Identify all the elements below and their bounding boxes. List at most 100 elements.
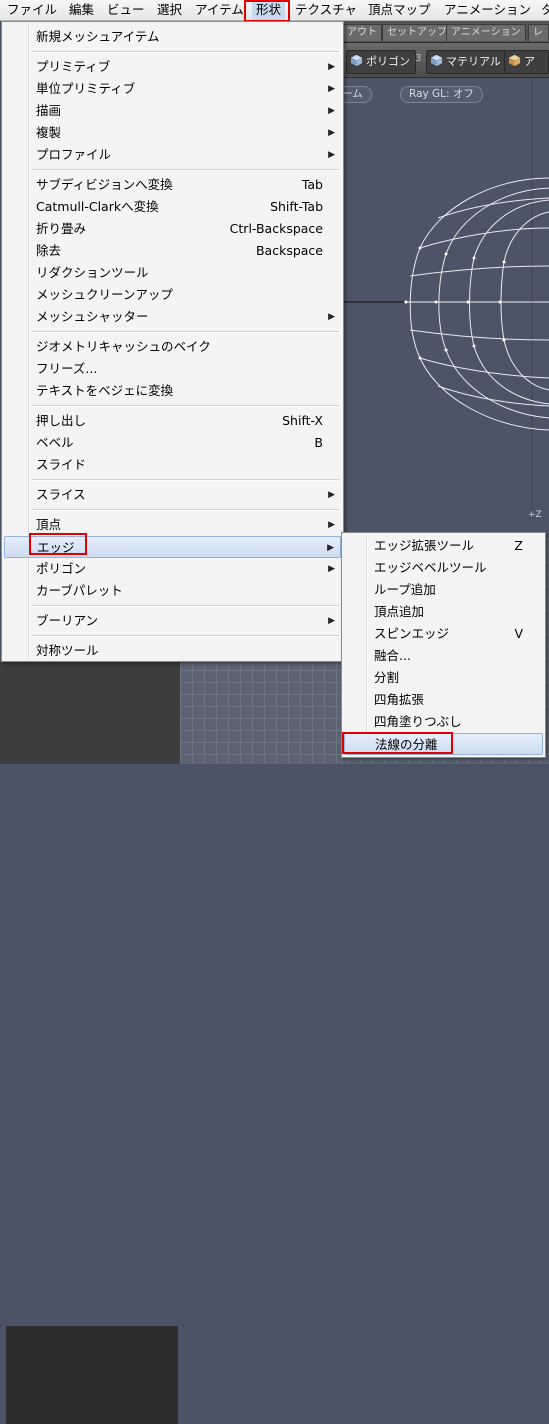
menu-item[interactable]: サブディビジョンへ変換 Tab xyxy=(4,174,341,196)
menu-item-label: フリーズ... xyxy=(36,361,98,376)
menu-item[interactable]: テキストをベジェに変換 xyxy=(4,380,341,402)
menu-item-label: 描画 xyxy=(36,103,62,118)
edge-submenu-item-label: 融合... xyxy=(374,648,411,663)
layout-tab-row: アウト セットアップ アニメーション レン xyxy=(342,21,549,54)
menu-item[interactable]: 押し出し Shift-X xyxy=(4,410,341,432)
edge-submenu-item[interactable]: 四角塗りつぶし xyxy=(344,711,543,733)
menu-item[interactable]: エッジ ▶ xyxy=(4,536,341,558)
edge-submenu-item[interactable]: 法線の分離 xyxy=(344,733,543,755)
menu-item[interactable]: リダクションツール xyxy=(4,262,341,284)
cube-icon xyxy=(508,54,521,67)
submenu-arrow-icon: ▶ xyxy=(328,150,335,160)
selection-mode-toolbar: ポリゴン 3 マテリアル アイテ xyxy=(342,43,549,90)
menu-item-label: エッジ xyxy=(37,540,75,555)
menu-item[interactable]: 単位プリミティブ ▶ xyxy=(4,78,341,100)
wireframe-sphere xyxy=(342,78,549,518)
geometry-menu-dropdown: 新規メッシュアイテム プリミティブ ▶ 単位プリミティブ ▶ 描画 ▶ 複製 ▶ プロファイル ▶ サ… xyxy=(1,21,344,662)
edge-submenu: エッジ拡張ツール Z エッジベベルツール ループ追加 頂点追加 スピンエッジ V 融合... 分… xyxy=(341,532,546,758)
menu-separator xyxy=(32,169,339,171)
menu-item-label: 単位プリミティブ xyxy=(36,81,136,96)
menu-item[interactable]: プリミティブ ▶ xyxy=(4,56,341,78)
menu-item[interactable]: カーブパレット xyxy=(4,580,341,602)
menu-vertex-map[interactable]: 頂点マップ xyxy=(368,0,431,20)
menu-item[interactable]: 新規メッシュアイテム xyxy=(4,26,341,48)
edge-submenu-item[interactable]: 四角拡張 xyxy=(344,689,543,711)
edge-submenu-item[interactable]: エッジ拡張ツール Z xyxy=(344,535,543,557)
menu-truncated[interactable]: タ xyxy=(541,0,549,20)
menu-item-label: 折り畳み xyxy=(36,221,87,236)
menu-texture[interactable]: テクスチャ xyxy=(295,0,357,20)
menu-item-label: 頂点 xyxy=(36,517,62,532)
menu-item-shortcut: Backspace xyxy=(255,243,323,258)
3d-viewport[interactable]: ーム Ray GL: オフ +Z xyxy=(334,78,549,538)
edge-submenu-item[interactable]: エッジベベルツール xyxy=(344,557,543,579)
menu-item[interactable]: ポリゴン ▶ xyxy=(4,558,341,580)
menu-separator xyxy=(32,51,339,53)
edge-submenu-item-label: 四角拡張 xyxy=(374,692,425,707)
menu-edit[interactable]: 編集 xyxy=(69,0,94,20)
edge-submenu-item[interactable]: 融合... xyxy=(344,645,543,667)
tab-render[interactable]: レン xyxy=(528,24,549,54)
menu-file[interactable]: ファイル xyxy=(7,0,57,20)
edge-submenu-item-label: 四角塗りつぶし xyxy=(374,714,462,729)
menu-select[interactable]: 選択 xyxy=(157,0,182,20)
menu-separator xyxy=(32,635,339,637)
left-panel xyxy=(0,660,180,1424)
menu-item[interactable]: 対称ツール xyxy=(4,640,341,662)
menu-item[interactable]: メッシュシャッター ▶ xyxy=(4,306,341,328)
menu-item-shortcut: B xyxy=(314,435,323,450)
menu-item[interactable]: Catmull-Clarkへ変換 Shift-Tab xyxy=(4,196,341,218)
menu-item[interactable]: ブーリアン ▶ xyxy=(4,610,341,632)
menu-item-label: スライス xyxy=(36,487,86,502)
menu-item[interactable]: 除去 Backspace xyxy=(4,240,341,262)
menu-item-label: スライド xyxy=(36,457,87,472)
menu-item[interactable]: スライス ▶ xyxy=(4,484,341,506)
edge-submenu-item-label: 法線の分離 xyxy=(375,737,438,752)
menu-item[interactable]: プロファイル ▶ xyxy=(4,144,341,166)
submenu-arrow-icon: ▶ xyxy=(328,106,335,116)
submenu-arrow-icon: ▶ xyxy=(328,520,335,530)
menu-item-label: プロファイル xyxy=(36,147,112,162)
edge-submenu-item[interactable]: ループ追加 xyxy=(344,579,543,601)
menu-item[interactable]: ジオメトリキャッシュのベイク xyxy=(4,336,341,358)
polygon-mode-label: ポリゴン xyxy=(366,55,410,68)
menu-separator xyxy=(32,605,339,607)
menu-item-label: 複製 xyxy=(36,125,62,140)
menu-view[interactable]: ビュー xyxy=(107,0,145,20)
menu-item[interactable]: メッシュクリーンアップ xyxy=(4,284,341,306)
menu-item-label: プリミティブ xyxy=(36,59,111,74)
menu-item-label: テキストをベジェに変換 xyxy=(36,383,174,398)
tab-layout[interactable]: アウト xyxy=(342,24,382,41)
menu-geometry[interactable]: 形状 xyxy=(252,0,286,20)
menu-item-label: Catmull-Clarkへ変換 xyxy=(36,199,159,214)
submenu-arrow-icon: ▶ xyxy=(328,564,335,574)
menu-item-shortcut: Tab xyxy=(301,177,323,192)
tab-setup[interactable]: セットアップ xyxy=(382,24,452,41)
menu-item-shortcut: Shift-X xyxy=(282,413,323,428)
polygon-count-badge: 3 xyxy=(415,53,422,64)
tab-animation[interactable]: アニメーション xyxy=(446,24,526,41)
menu-item[interactable]: 複製 ▶ xyxy=(4,122,341,144)
menu-item-label: カーブパレット xyxy=(36,583,123,598)
menu-separator xyxy=(32,479,339,481)
menu-item-label: ジオメトリキャッシュのベイク xyxy=(36,339,211,354)
menu-item[interactable]: 描画 ▶ xyxy=(4,100,341,122)
menu-item[interactable]: アイテム xyxy=(195,0,244,20)
edge-submenu-item[interactable]: スピンエッジ V xyxy=(344,623,543,645)
menu-bar: ファイル 編集 ビュー 選択 アイテム 形状 テクスチャ 頂点マップ アニメーシ… xyxy=(0,0,549,21)
submenu-arrow-icon: ▶ xyxy=(328,84,335,94)
edge-submenu-item[interactable]: 分割 xyxy=(344,667,543,689)
item-mode-button[interactable]: アイテ xyxy=(504,50,549,90)
menu-item[interactable]: フリーズ... xyxy=(4,358,341,380)
menu-item[interactable]: 折り畳み Ctrl-Backspace xyxy=(4,218,341,240)
submenu-arrow-icon: ▶ xyxy=(328,312,335,322)
menu-item-label: メッシュクリーンアップ xyxy=(36,287,173,302)
material-mode-button[interactable]: マテリアル xyxy=(426,50,507,74)
polygon-mode-button[interactable]: ポリゴン xyxy=(346,50,416,74)
menu-item[interactable]: スライド xyxy=(4,454,341,476)
edge-submenu-item[interactable]: 頂点追加 xyxy=(344,601,543,623)
edge-submenu-item-shortcut: V xyxy=(514,626,523,641)
menu-item[interactable]: 頂点 ▶ xyxy=(4,514,341,536)
menu-item[interactable]: ベベル B xyxy=(4,432,341,454)
menu-animation[interactable]: アニメーション xyxy=(444,0,531,20)
